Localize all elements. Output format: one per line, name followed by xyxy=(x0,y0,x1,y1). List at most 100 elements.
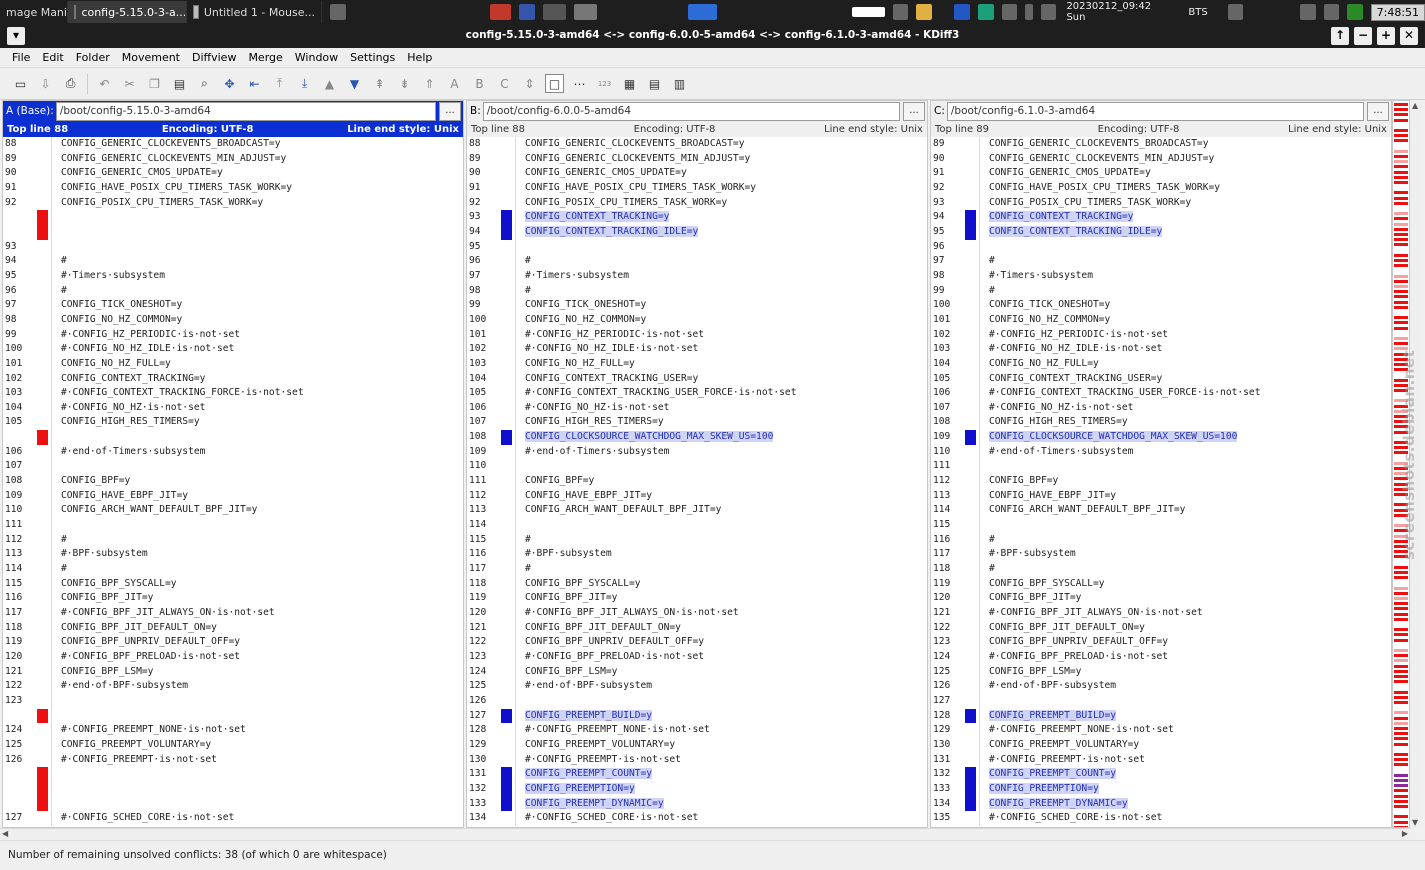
diff-line[interactable] xyxy=(3,781,463,797)
diff-line[interactable] xyxy=(3,796,463,812)
hp-icon[interactable] xyxy=(954,4,970,20)
diff-line[interactable]: 117 #·BPF·subsystem xyxy=(931,547,1391,562)
diff-line[interactable] xyxy=(3,210,463,225)
diff-line[interactable]: 96 # xyxy=(3,284,463,299)
diff-line[interactable]: 100 CONFIG_NO_HZ_COMMON=y xyxy=(467,313,927,328)
diff-line[interactable]: 130 #·CONFIG_PREEMPT·is·not·set xyxy=(467,753,927,768)
menu-settings[interactable]: Settings xyxy=(350,51,395,64)
diff-line[interactable]: 120 #·CONFIG_BPF_JIT_ALWAYS_ON·is·not·set xyxy=(467,606,927,621)
diff-line[interactable]: 107 CONFIG_HIGH_RES_TIMERS=y xyxy=(467,415,927,430)
diff-line[interactable]: 113 #·BPF·subsystem xyxy=(3,547,463,562)
diff-line[interactable]: 110 #·end·of·Timers·subsystem xyxy=(931,445,1391,460)
task-kdiff3[interactable]: config-5.15.0-3-a... xyxy=(68,1,188,23)
text-area-b[interactable]: 88 CONFIG_GENERIC_CLOCKEVENTS_BROADCAST=y… xyxy=(467,137,927,826)
diff-line[interactable]: 109 CONFIG_CLOCKSOURCE_WATCHDOG_MAX_SKEW_… xyxy=(931,430,1391,445)
diff-line[interactable]: 111 CONFIG_BPF=y xyxy=(467,474,927,489)
diff-line[interactable]: 106 #·end·of·Timers·subsystem xyxy=(3,445,463,460)
shield-icon[interactable] xyxy=(519,4,535,20)
diff-line[interactable]: 99 CONFIG_TICK_ONESHOT=y xyxy=(467,298,927,313)
next-delta-icon[interactable]: ▼ xyxy=(345,74,364,93)
diff-line[interactable]: 105 #·CONFIG_CONTEXT_TRACKING_USER_FORCE·… xyxy=(467,386,927,401)
diff-line[interactable]: 90 CONFIG_GENERIC_CMOS_UPDATE=y xyxy=(467,166,927,181)
diff-line[interactable]: 120 CONFIG_BPF_JIT=y xyxy=(931,591,1391,606)
diff-line[interactable]: 91 CONFIG_GENERIC_CMOS_UPDATE=y xyxy=(931,166,1391,181)
diff-line[interactable]: 107 xyxy=(3,459,463,474)
us-flag-icon[interactable] xyxy=(489,4,512,20)
diff-line[interactable]: 101 CONFIG_NO_HZ_COMMON=y xyxy=(931,313,1391,328)
diff-line[interactable]: 126 #·CONFIG_PREEMPT·is·not·set xyxy=(3,753,463,768)
diff-line[interactable]: 124 #·CONFIG_PREEMPT_NONE·is·not·set xyxy=(3,723,463,738)
menu-edit[interactable]: Edit xyxy=(42,51,63,64)
encoding-label-a[interactable]: Encoding: UTF-8 xyxy=(162,124,254,135)
diff-line[interactable]: 112 CONFIG_HAVE_EBPF_JIT=y xyxy=(467,489,927,504)
split-horizontal-icon[interactable]: ▤ xyxy=(645,74,664,93)
print-icon[interactable]: ⎙ xyxy=(61,74,80,93)
diff-line[interactable]: 101 #·CONFIG_HZ_PERIODIC·is·not·set xyxy=(467,328,927,343)
diff-line[interactable]: 118 # xyxy=(931,562,1391,577)
diff-line[interactable]: 88 CONFIG_GENERIC_CLOCKEVENTS_BROADCAST=y xyxy=(467,137,927,152)
go-up-icon[interactable]: ⤒ xyxy=(270,74,289,93)
window-icon[interactable] xyxy=(542,4,567,20)
diff-line[interactable]: 129 #·CONFIG_PREEMPT_NONE·is·not·set xyxy=(931,723,1391,738)
diff-line[interactable]: 128 CONFIG_PREEMPT_BUILD=y xyxy=(931,708,1391,724)
network-icon[interactable] xyxy=(977,4,994,20)
diff-line[interactable]: 108 CONFIG_CLOCKSOURCE_WATCHDOG_MAX_SKEW_… xyxy=(467,430,927,445)
update-icon[interactable] xyxy=(1347,4,1363,20)
diff-line[interactable]: 132 CONFIG_PREEMPT_COUNT=y xyxy=(931,767,1391,782)
diff-line[interactable]: 117 # xyxy=(467,562,927,577)
menu-folder[interactable]: Folder xyxy=(76,51,110,64)
diff-line[interactable]: 104 #·CONFIG_NO_HZ·is·not·set xyxy=(3,401,463,416)
volume-icon[interactable] xyxy=(1001,4,1018,20)
menu-file[interactable]: File xyxy=(12,51,30,64)
diff-line[interactable]: 122 #·end·of·BPF·subsystem xyxy=(3,679,463,694)
path-input-c[interactable]: /boot/config-6.1.0-3-amd64 xyxy=(946,101,1364,121)
diff-line[interactable]: 92 CONFIG_HAVE_POSIX_CPU_TIMERS_TASK_WORK… xyxy=(931,181,1391,196)
diff-line[interactable]: 104 CONFIG_CONTEXT_TRACKING_USER=y xyxy=(467,372,927,387)
diff-line[interactable]: 119 CONFIG_BPF_JIT=y xyxy=(467,591,927,606)
browse-button-b[interactable]: ... xyxy=(903,101,925,121)
minimize-button[interactable]: − xyxy=(1354,27,1372,45)
line-end-label-b[interactable]: Line end style: Unix xyxy=(824,124,923,135)
undo-icon[interactable]: ↶ xyxy=(95,74,114,93)
encoding-label-c[interactable]: Encoding: UTF-8 xyxy=(1098,124,1180,135)
diff-line[interactable]: 111 xyxy=(931,459,1391,474)
diff-line[interactable]: 123 xyxy=(3,694,463,709)
diff-line[interactable]: 101 CONFIG_NO_HZ_FULL=y xyxy=(3,357,463,372)
diff-line[interactable]: 112 # xyxy=(3,533,463,548)
diff-line[interactable]: 115 xyxy=(931,518,1391,533)
diff-line[interactable]: 114 # xyxy=(3,562,463,577)
diff-line[interactable]: 113 CONFIG_ARCH_WANT_DEFAULT_BPF_JIT=y xyxy=(467,503,927,518)
diff-line[interactable]: 103 #·CONFIG_CONTEXT_TRACKING_FORCE·is·no… xyxy=(3,386,463,401)
home-icon[interactable] xyxy=(574,4,598,20)
diff-line[interactable]: 112 CONFIG_BPF=y xyxy=(931,474,1391,489)
diff-line[interactable]: 109 CONFIG_HAVE_EBPF_JIT=y xyxy=(3,489,463,504)
scroll-up-icon[interactable]: ▲ xyxy=(1412,101,1418,110)
diff-line[interactable]: 109 #·end·of·Timers·subsystem xyxy=(467,445,927,460)
diff-line[interactable]: 94 CONFIG_CONTEXT_TRACKING=y xyxy=(931,210,1391,225)
diff-line[interactable]: 134 CONFIG_PREEMPT_DYNAMIC=y xyxy=(931,796,1391,812)
diff-line[interactable]: 108 CONFIG_BPF=y xyxy=(3,474,463,489)
menu-window[interactable]: Window xyxy=(295,51,338,64)
diff-line[interactable]: 117 #·CONFIG_BPF_JIT_ALWAYS_ON·is·not·set xyxy=(3,606,463,621)
go-bottom-icon[interactable]: ⤓ xyxy=(295,74,314,93)
diff-line[interactable]: 106 #·CONFIG_NO_HZ·is·not·set xyxy=(467,401,927,416)
menu-diffview[interactable]: Diffview xyxy=(192,51,236,64)
diff-line[interactable]: 102 CONFIG_CONTEXT_TRACKING=y xyxy=(3,372,463,387)
bell-icon[interactable] xyxy=(1040,4,1057,20)
notes-icon[interactable] xyxy=(916,4,932,20)
diff-line[interactable]: 133 CONFIG_PREEMPT_DYNAMIC=y xyxy=(467,796,927,812)
go-current-icon[interactable]: ✥ xyxy=(220,74,239,93)
diff-line[interactable]: 122 CONFIG_BPF_JIT_DEFAULT_ON=y xyxy=(931,621,1391,636)
diff-line[interactable]: 102 #·CONFIG_HZ_PERIODIC·is·not·set xyxy=(931,328,1391,343)
diff-line[interactable]: 127 xyxy=(931,694,1391,709)
overview-icon[interactable]: ▦ xyxy=(620,74,639,93)
diff-line[interactable]: 127 #·CONFIG_SCHED_CORE·is·not·set xyxy=(3,811,463,826)
diff-line[interactable]: 98 CONFIG_NO_HZ_COMMON=y xyxy=(3,313,463,328)
diff-line[interactable]: 99 # xyxy=(931,284,1391,299)
menu-merge[interactable]: Merge xyxy=(248,51,282,64)
diff-line[interactable]: 97 CONFIG_TICK_ONESHOT=y xyxy=(3,298,463,313)
diff-line[interactable]: 111 xyxy=(3,518,463,533)
diff-line[interactable]: 121 CONFIG_BPF_LSM=y xyxy=(3,665,463,680)
diff-line[interactable]: 121 #·CONFIG_BPF_JIT_ALWAYS_ON·is·not·set xyxy=(931,606,1391,621)
browse-button-c[interactable]: ... xyxy=(1367,101,1389,121)
